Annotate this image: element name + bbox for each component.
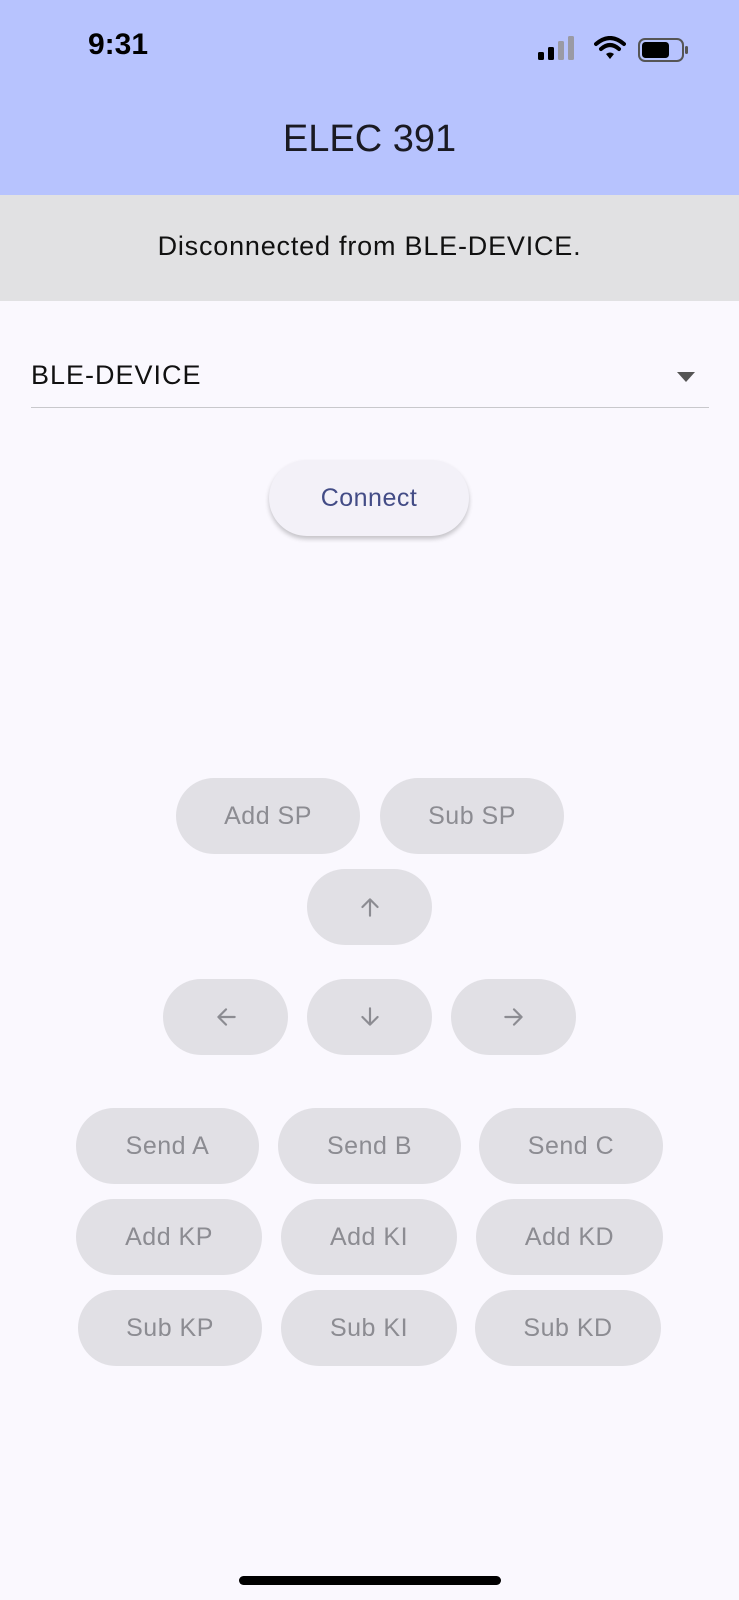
status-time: 9:31	[88, 28, 149, 61]
left-arrow-button[interactable]	[163, 979, 288, 1055]
dropdown-arrow-icon	[677, 372, 695, 382]
add-ki-button[interactable]: Add KI	[281, 1199, 457, 1275]
send-a-button[interactable]: Send A	[76, 1108, 259, 1184]
add-sp-button[interactable]: Add SP	[176, 778, 360, 854]
sub-kp-button[interactable]: Sub KP	[78, 1290, 262, 1366]
sub-ki-button[interactable]: Sub KI	[281, 1290, 457, 1366]
device-dropdown-value: BLE-DEVICE	[31, 360, 202, 390]
arrow-left-icon	[216, 1008, 236, 1026]
connect-button[interactable]: Connect	[269, 460, 469, 536]
connection-status-text: Disconnected from BLE-DEVICE.	[157, 231, 582, 261]
battery-icon	[638, 38, 688, 62]
sub-kd-button[interactable]: Sub KD	[475, 1290, 661, 1366]
add-kp-button[interactable]: Add KP	[76, 1199, 262, 1275]
arrow-up-icon	[360, 898, 379, 917]
send-c-button[interactable]: Send C	[479, 1108, 663, 1184]
add-kd-button[interactable]: Add KD	[476, 1199, 663, 1275]
down-arrow-button[interactable]	[307, 979, 432, 1055]
up-arrow-button[interactable]	[307, 869, 432, 945]
wifi-icon	[594, 36, 626, 59]
home-indicator[interactable]	[239, 1576, 501, 1585]
arrow-down-icon	[360, 1007, 379, 1026]
arrow-right-icon	[503, 1008, 523, 1026]
cellular-signal-icon	[538, 36, 574, 60]
sub-sp-button[interactable]: Sub SP	[380, 778, 564, 854]
app-title: ELEC 391	[282, 118, 457, 160]
send-b-button[interactable]: Send B	[278, 1108, 461, 1184]
connection-status-banner: Disconnected from BLE-DEVICE.	[0, 195, 739, 301]
status-icons	[538, 36, 688, 62]
device-dropdown[interactable]: BLE-DEVICE	[31, 355, 709, 408]
app-bar: 9:31 ELEC 391	[0, 0, 739, 195]
right-arrow-button[interactable]	[451, 979, 576, 1055]
